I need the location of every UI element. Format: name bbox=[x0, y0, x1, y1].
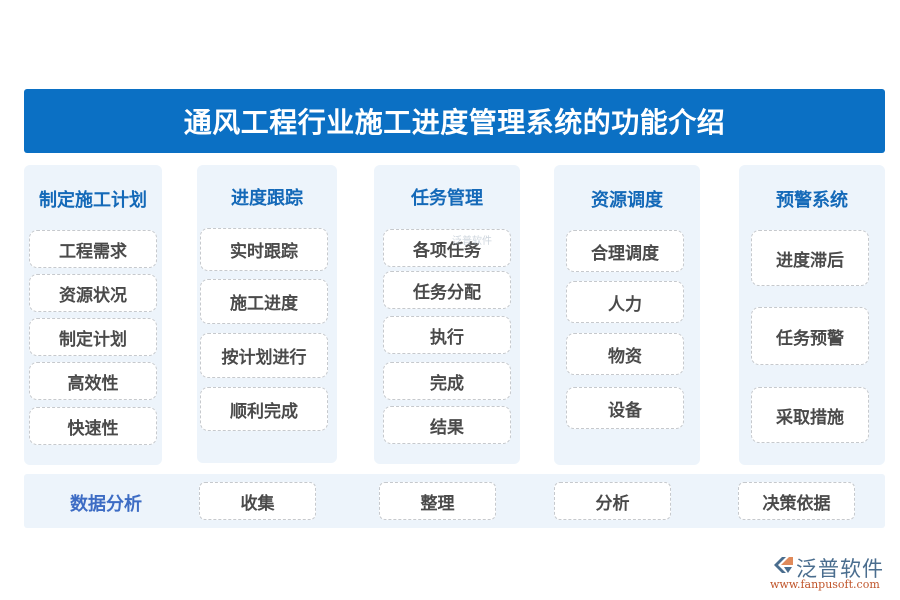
column-tracking: 进度跟踪 实时跟踪 施工进度 按计划进行 顺利完成 bbox=[197, 165, 337, 463]
logo-url: www.fanpusoft.com bbox=[770, 578, 880, 591]
feature-item: 高效性 bbox=[29, 362, 157, 400]
feature-item: 完成 bbox=[383, 362, 511, 400]
feature-item: 人力 bbox=[566, 281, 684, 323]
feature-item: 进度滞后 bbox=[751, 230, 869, 286]
analysis-step: 分析 bbox=[554, 482, 671, 520]
column-alerts: 预警系统 进度滞后 任务预警 采取措施 bbox=[739, 165, 885, 465]
page-title: 通风工程行业施工进度管理系统的功能介绍 bbox=[183, 106, 726, 139]
feature-item: 施工进度 bbox=[200, 279, 328, 324]
watermark: 泛普软件 bbox=[452, 236, 492, 247]
analysis-step: 整理 bbox=[379, 482, 496, 520]
feature-item: 快速性 bbox=[29, 407, 157, 445]
column-heading: 制定施工计划 bbox=[39, 190, 147, 211]
feature-item: 结果 bbox=[383, 406, 511, 444]
feature-item: 执行 bbox=[383, 316, 511, 354]
analysis-step: 决策依据 bbox=[738, 482, 855, 520]
feature-item: 合理调度 bbox=[566, 230, 684, 272]
feature-item: 设备 bbox=[566, 387, 684, 429]
feature-item: 资源状况 bbox=[29, 274, 157, 312]
column-resources: 资源调度 合理调度 人力 物资 设备 bbox=[554, 165, 700, 465]
column-heading: 进度跟踪 bbox=[231, 188, 303, 209]
column-heading: 预警系统 bbox=[776, 190, 848, 211]
column-plan: 制定施工计划 工程需求 资源状况 制定计划 高效性 快速性 bbox=[24, 165, 162, 465]
column-heading: 资源调度 bbox=[591, 190, 663, 211]
feature-item: 任务预警 bbox=[751, 307, 869, 365]
logo-mark-icon bbox=[774, 557, 793, 573]
feature-item: 物资 bbox=[566, 333, 684, 375]
column-tasks: 任务管理 各项任务 任务分配 执行 完成 结果 bbox=[374, 165, 520, 464]
feature-item: 制定计划 bbox=[29, 318, 157, 356]
feature-item: 任务分配 bbox=[383, 271, 511, 309]
analysis-step: 收集 bbox=[199, 482, 316, 520]
data-analysis-label: 数据分析 bbox=[70, 494, 142, 515]
feature-item: 工程需求 bbox=[29, 230, 157, 268]
feature-item: 采取措施 bbox=[751, 387, 869, 443]
data-analysis-bar: 数据分析 收集 整理 分析 决策依据 bbox=[24, 474, 885, 528]
feature-item: 顺利完成 bbox=[200, 387, 328, 431]
brand-logo: 泛普软件 www.fanpusoft.com bbox=[770, 553, 895, 593]
feature-item: 实时跟踪 bbox=[200, 228, 328, 271]
feature-item: 按计划进行 bbox=[200, 333, 328, 378]
column-heading: 任务管理 bbox=[411, 188, 483, 209]
title-banner: 通风工程行业施工进度管理系统的功能介绍 bbox=[24, 89, 885, 153]
